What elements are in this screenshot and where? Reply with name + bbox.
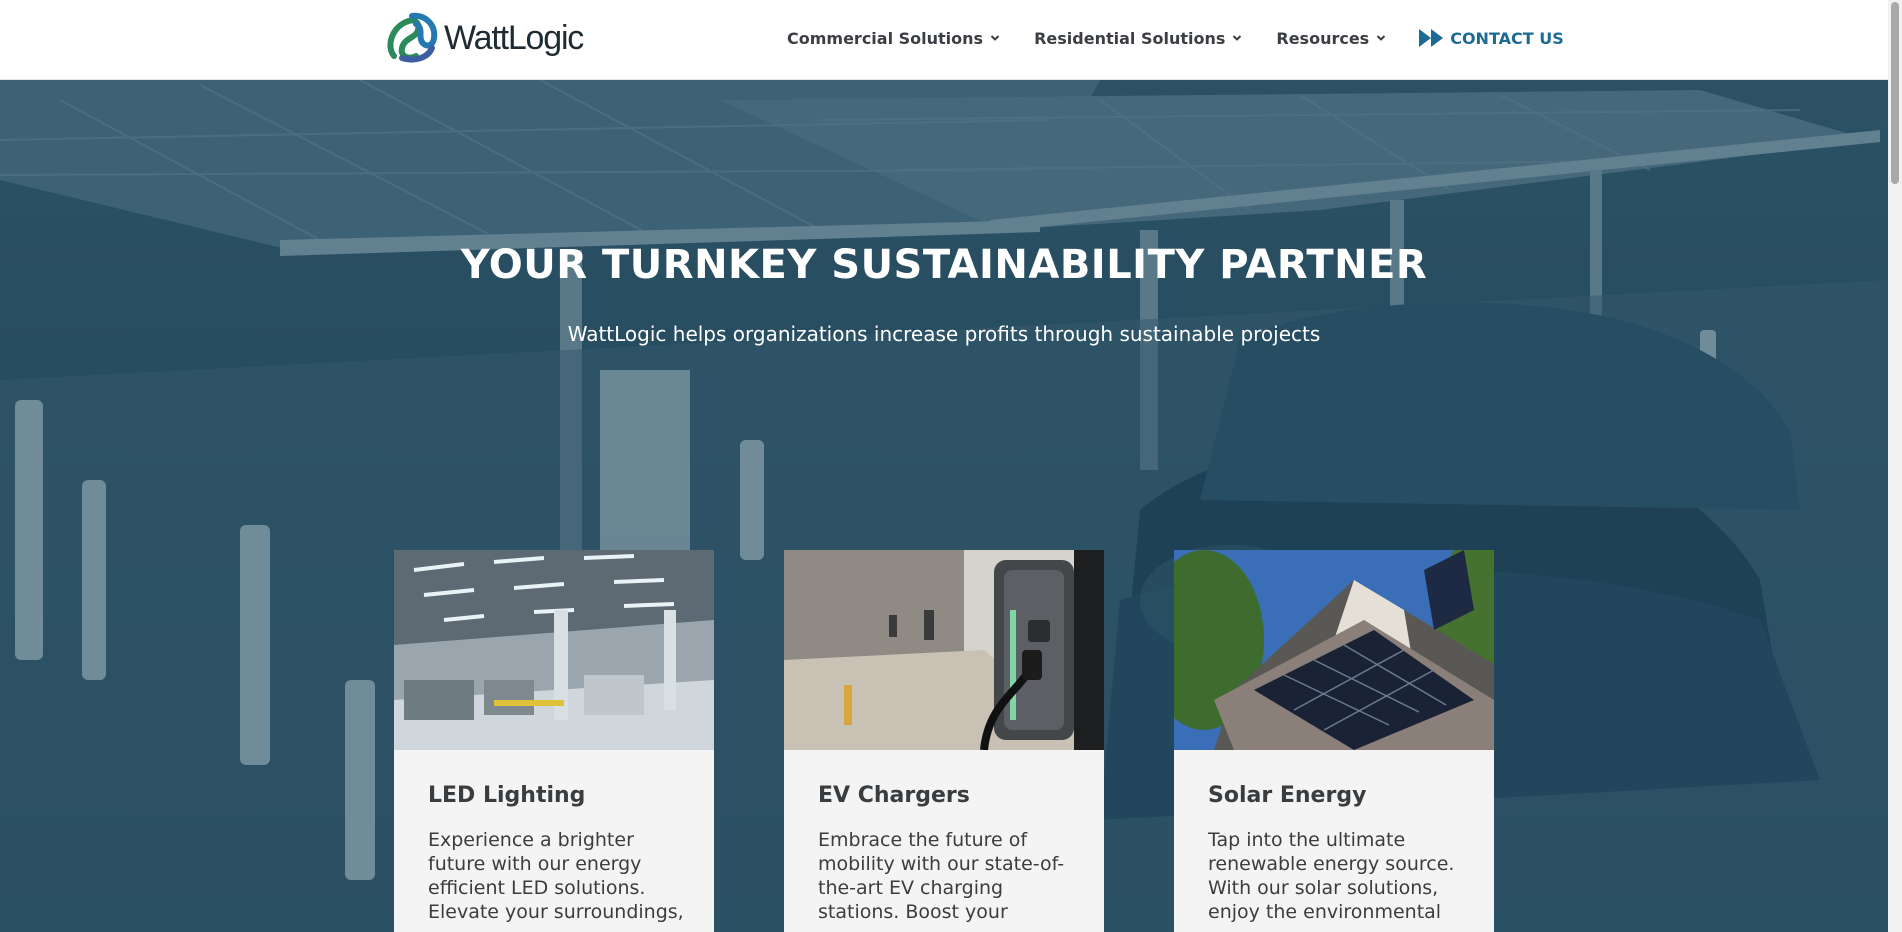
ev-chargers-image (784, 550, 1104, 750)
scrollbar-thumb[interactable] (1891, 2, 1899, 184)
card-title: Solar Energy (1208, 783, 1367, 808)
hero-subtitle: WattLogic helps organizations increase p… (567, 322, 1321, 346)
service-card-led-lighting[interactable]: LED Lighting Experience a brighter futur… (394, 550, 714, 932)
logo[interactable]: WattLogic (384, 12, 584, 64)
card-text: Experience a brighter future with our en… (428, 829, 684, 923)
hero-title: YOUR TURNKEY SUSTAINABILITY PARTNER (460, 242, 1428, 288)
contact-us-link[interactable]: CONTACT US (1418, 28, 1564, 48)
card-title: LED Lighting (428, 783, 586, 808)
nav-label: Commercial Solutions (787, 28, 984, 48)
card-text: Tap into the ultimate renewable energy s… (1208, 829, 1455, 923)
double-arrow-icon (1419, 29, 1444, 47)
nav-label: Residential Solutions (1034, 28, 1226, 48)
card-title: EV Chargers (818, 783, 970, 808)
service-card-ev-chargers[interactable]: EV Chargers Embrace the future of mobili… (784, 550, 1104, 932)
card-text: Embrace the future of mobility with our … (818, 829, 1065, 923)
hero-section: YOUR TURNKEY SUSTAINABILITY PARTNER Watt… (0, 80, 1888, 932)
chevron-down-icon (990, 33, 1000, 43)
nav-commercial-solutions[interactable]: Commercial Solutions (787, 29, 1000, 48)
wattlogic-logo-icon (387, 12, 438, 63)
chevron-down-icon (1376, 33, 1386, 43)
nav-label: Resources (1276, 28, 1370, 48)
contact-us-label: CONTACT US (1450, 28, 1564, 48)
page-scrollbar[interactable] (1888, 0, 1902, 932)
site-header: WattLogic Commercial Solutions Residenti… (0, 0, 1888, 80)
service-card-solar-energy[interactable]: Solar Energy Tap into the ultimate renew… (1174, 550, 1494, 932)
nav-resources[interactable]: Resources (1276, 29, 1386, 48)
logo-text: WattLogic (444, 19, 584, 57)
led-lighting-image (394, 550, 714, 750)
main-nav: Commercial Solutions Residential Solutio… (787, 28, 1564, 48)
nav-residential-solutions[interactable]: Residential Solutions (1034, 29, 1242, 48)
solar-energy-image (1174, 550, 1494, 750)
chevron-down-icon (1232, 33, 1242, 43)
